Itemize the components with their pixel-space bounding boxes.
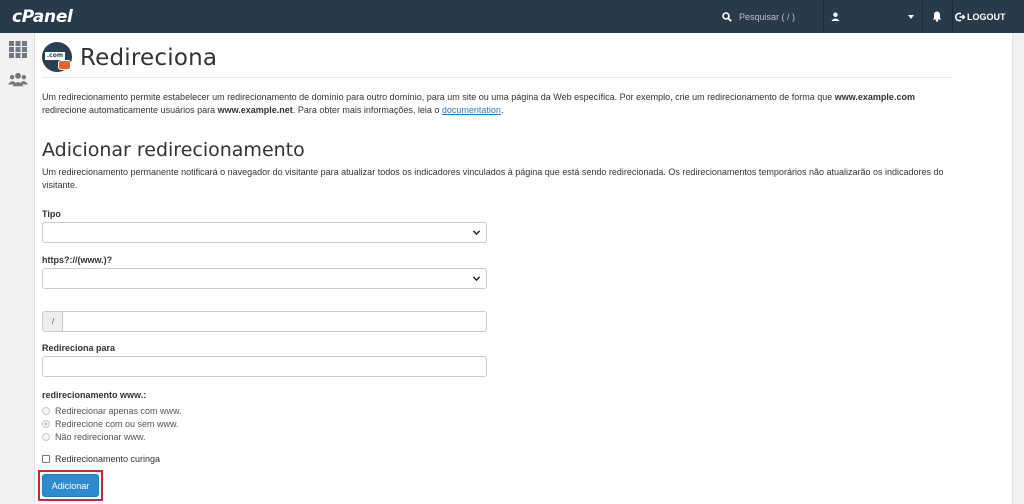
bell-icon	[932, 11, 942, 22]
radio-label: Não redirecionar www.	[55, 432, 146, 442]
redirect-badge	[58, 60, 71, 70]
domain-com-icon: .com	[42, 42, 72, 72]
example-net: www.example.net	[217, 105, 293, 115]
www-redirect-label: redirecionamento www.:	[42, 390, 147, 400]
page-title: Redireciona	[80, 45, 218, 71]
divider	[922, 0, 923, 33]
target-label: Redireciona para	[42, 343, 116, 353]
path-prefix: /	[42, 311, 63, 332]
chevron-down-icon	[472, 276, 481, 282]
title-divider	[42, 77, 952, 78]
radio-button[interactable]	[42, 433, 50, 441]
tipo-label: Tipo	[42, 209, 61, 219]
cpanel-logo[interactable]: cPanel	[12, 7, 73, 27]
domain-com-label: .com	[45, 52, 65, 60]
radio-www-with-or-without[interactable]: Redirecione com ou sem www.	[42, 419, 179, 429]
apps-grid-icon	[9, 40, 27, 58]
intro-text: Um redirecionamento permite estabelecer …	[42, 92, 915, 115]
section-description: Um redirecionamento permanente notificar…	[42, 167, 944, 190]
logout-icon	[955, 12, 965, 21]
wildcard-label: Redirecionamento curinga	[55, 454, 161, 464]
domain-label: https?://(www.)?	[42, 255, 113, 265]
section-title: Adicionar redirecionamento	[42, 139, 305, 161]
caret-down-icon	[908, 14, 914, 19]
logout-label: LOGOUT	[967, 11, 1006, 22]
top-bar: cPanel Pesquisar ( / ) LOGOUT	[0, 0, 1024, 33]
search-icon	[722, 11, 732, 22]
example-com: www.example.com	[834, 92, 915, 102]
radio-www-only[interactable]: Redirecionar apenas com www.	[42, 406, 182, 416]
search-placeholder: Pesquisar ( / )	[739, 11, 796, 22]
sidebar-item-apps[interactable]	[8, 39, 28, 59]
search-box[interactable]: Pesquisar ( / )	[722, 0, 822, 33]
user-menu[interactable]	[826, 0, 920, 33]
logout-button[interactable]: LOGOUT	[955, 0, 1017, 33]
sidebar	[0, 33, 35, 504]
chevron-down-icon	[472, 230, 481, 236]
divider	[952, 0, 953, 33]
radio-label: Redirecione com ou sem www.	[55, 419, 179, 429]
wildcard-checkbox-row[interactable]: Redirecionamento curinga	[42, 454, 160, 464]
user-icon	[831, 12, 840, 21]
divider	[823, 0, 824, 33]
domain-select[interactable]	[42, 268, 487, 289]
redirect-target-input[interactable]	[42, 356, 487, 377]
radio-label: Redirecionar apenas com www.	[55, 406, 182, 416]
path-input-group: /	[42, 311, 487, 332]
sidebar-item-users[interactable]	[8, 69, 28, 89]
users-group-icon	[8, 72, 28, 87]
radio-button[interactable]	[42, 420, 50, 428]
wildcard-checkbox[interactable]	[42, 455, 50, 463]
tipo-select[interactable]	[42, 222, 487, 243]
radio-no-www[interactable]: Não redirecionar www.	[42, 432, 146, 442]
scrollbar[interactable]	[1012, 33, 1024, 504]
path-input[interactable]	[62, 311, 487, 332]
documentation-link[interactable]: documentation	[442, 105, 501, 115]
notifications-button[interactable]	[925, 0, 949, 33]
radio-button[interactable]	[42, 407, 50, 415]
add-redirect-button[interactable]: Adicionar	[42, 474, 99, 497]
